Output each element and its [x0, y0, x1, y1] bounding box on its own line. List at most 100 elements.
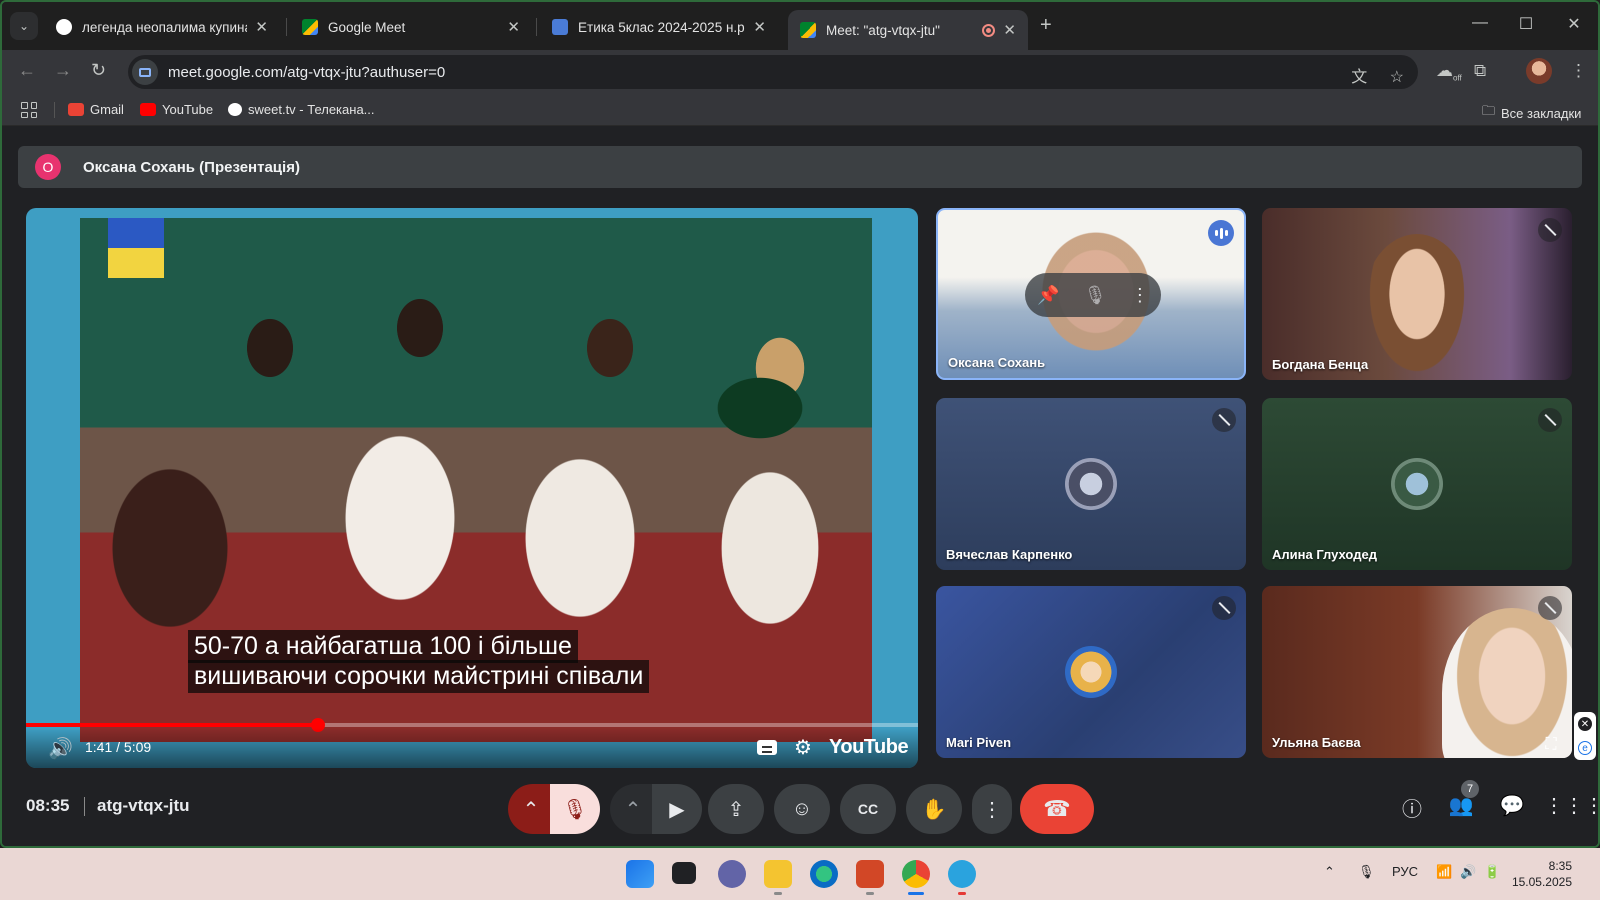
video-progress-bar[interactable]: [26, 718, 918, 732]
browser-toolbar: ← → ↻ meet.google.com/atg-vtqx-jtu?authu…: [2, 50, 1598, 94]
participant-tile[interactable]: Вячеслав Карпенко: [936, 398, 1246, 570]
translate-icon[interactable]: 文: [1351, 69, 1367, 86]
system-clock[interactable]: 8:35 15.05.2025: [1512, 858, 1572, 890]
meeting-controls: 08:35 atg-vtqx-jtu ⌃ 🎙 ⌃ ▶ ⇪ ☺ CC ✋ ⋮ ☎ …: [2, 766, 1598, 846]
participant-name: Mari Piven: [946, 735, 1012, 750]
presenter-avatar: О: [35, 154, 61, 180]
edge-icon[interactable]: [810, 860, 838, 888]
teams-icon[interactable]: [718, 860, 746, 888]
present-button[interactable]: ⇪: [708, 784, 764, 834]
extension-icon[interactable]: ☁off: [1436, 61, 1462, 82]
tab-google-meet[interactable]: Google Meet ✕: [290, 10, 532, 44]
participant-name: Ульяна Баєва: [1272, 735, 1361, 750]
video-options-button[interactable]: ⌃: [610, 784, 656, 834]
participant-tile[interactable]: Mari Piven: [936, 586, 1246, 758]
tab-meet-active[interactable]: Meet: "atg-vtqx-jtu" ✕: [788, 10, 1028, 50]
volume-tray-icon[interactable]: 🔊: [1460, 864, 1476, 880]
close-icon[interactable]: ✕: [753, 18, 766, 36]
classroom-icon: [552, 19, 568, 35]
participant-tile[interactable]: ⛶ Ульяна Баєва: [1262, 586, 1572, 758]
camera-toggle-button[interactable]: ▶: [652, 784, 702, 834]
tab-search-button[interactable]: ⌄: [10, 12, 38, 40]
reactions-button[interactable]: ☺: [774, 784, 830, 834]
raise-hand-button[interactable]: ✋: [906, 784, 962, 834]
system-date: 15.05.2025: [1511, 875, 1572, 889]
bookmark-star-icon[interactable]: ☆: [1390, 69, 1404, 86]
maximize-button[interactable]: ☐: [1516, 14, 1536, 34]
participant-tile[interactable]: Алина Глуходед: [1262, 398, 1572, 570]
back-button[interactable]: ←: [18, 60, 36, 81]
ukraine-flag: [108, 218, 164, 278]
meeting-info-icon[interactable]: ⓘ: [1395, 793, 1429, 822]
file-explorer-icon[interactable]: [764, 860, 792, 888]
telegram-icon[interactable]: [948, 860, 976, 888]
participant-name: Оксана Сохань: [948, 355, 1046, 370]
menu-kebab-icon[interactable]: ⋮: [1570, 61, 1587, 81]
address-bar[interactable]: meet.google.com/atg-vtqx-jtu?authuser=0 …: [128, 55, 1418, 89]
bookmark-gmail[interactable]: Gmail: [68, 102, 124, 117]
site-info-icon[interactable]: [132, 59, 158, 85]
chevron-down-icon: ⌄: [18, 19, 30, 33]
captions-button[interactable]: CC: [840, 784, 896, 834]
extension-e-icon[interactable]: e: [1578, 741, 1592, 755]
participant-tile[interactable]: Богдана Бенца: [1262, 208, 1572, 380]
youtube-logo[interactable]: YouTube: [829, 736, 909, 759]
apps-grid-icon[interactable]: [21, 102, 37, 118]
volume-icon[interactable]: 🔊: [48, 736, 73, 761]
presentation-stage[interactable]: 50-70 а найбагатша 100 і більше вишиваюч…: [26, 208, 918, 768]
chrome-icon[interactable]: [902, 860, 930, 888]
crop-icon[interactable]: ⛶: [1534, 736, 1568, 754]
present-screen-icon: ⇪: [727, 798, 745, 821]
mic-off-icon: [1538, 596, 1562, 620]
tray-chevron-icon[interactable]: ⌃: [1324, 864, 1335, 880]
forward-button[interactable]: →: [54, 60, 72, 81]
mic-toggle-button[interactable]: 🎙: [550, 784, 600, 834]
participant-avatar: [1391, 458, 1443, 510]
close-circle-icon[interactable]: ✕: [1578, 717, 1592, 731]
profile-avatar[interactable]: [1526, 58, 1552, 84]
reload-button[interactable]: ↻: [91, 60, 106, 81]
windows-taskbar: ⌃ 🎙 РУС 📶 🔊 🔋 8:35 15.05.2025: [0, 848, 1600, 900]
close-window-button[interactable]: ✕: [1564, 14, 1584, 34]
more-options-icon[interactable]: ⋮: [1131, 285, 1149, 306]
more-vert-icon: ⋮: [982, 798, 1002, 821]
audio-options-button[interactable]: ⌃: [508, 784, 554, 834]
tab-etyka[interactable]: Етика 5клас 2024-2025 н.р. ✕: [540, 10, 778, 44]
close-icon[interactable]: ✕: [255, 18, 268, 36]
tab-title: Етика 5клас 2024-2025 н.р.: [578, 19, 746, 35]
youtube-video[interactable]: 50-70 а найбагатша 100 і більше вишиваюч…: [80, 218, 872, 742]
tab-title: Meet: "atg-vtqx-jtu": [826, 22, 940, 38]
new-tab-button[interactable]: +: [1040, 14, 1052, 37]
language-indicator[interactable]: РУС: [1392, 864, 1418, 879]
mic-icon[interactable]: 🎙: [1084, 285, 1107, 306]
bookmark-sweettv[interactable]: sweet.tv - Телекана...: [228, 102, 375, 117]
close-icon[interactable]: ✕: [507, 18, 520, 36]
microphone-tray-icon[interactable]: 🎙: [1358, 864, 1375, 880]
close-icon[interactable]: ✕: [1003, 21, 1016, 39]
tab-legend[interactable]: легенда неопалима купина - П ✕: [44, 10, 280, 44]
battery-icon[interactable]: 🔋: [1484, 864, 1500, 880]
leave-call-button[interactable]: ☎: [1020, 784, 1094, 834]
minimize-button[interactable]: —: [1470, 14, 1490, 32]
extensions-puzzle-icon[interactable]: ⧉: [1474, 61, 1486, 81]
activities-grid-icon[interactable]: ⋮⋮⋮: [1544, 793, 1598, 818]
url-text[interactable]: meet.google.com/atg-vtqx-jtu?authuser=0: [168, 64, 445, 81]
settings-gear-icon[interactable]: ⚙: [794, 735, 812, 760]
participant-tile[interactable]: 📌 🎙 ⋮ Оксана Сохань: [936, 208, 1246, 380]
start-windows-icon[interactable]: [626, 860, 654, 888]
recording-icon: [982, 23, 996, 37]
omnibox-actions: 文 ☆: [1351, 63, 1404, 87]
pin-icon[interactable]: 📌: [1037, 285, 1059, 306]
powerpoint-icon[interactable]: [856, 860, 884, 888]
meet-icon: [302, 19, 318, 35]
chevron-up-icon: ⌃: [522, 798, 540, 821]
captions-icon[interactable]: [757, 740, 777, 755]
chat-icon[interactable]: 💬: [1495, 793, 1529, 818]
task-view-icon[interactable]: [672, 862, 696, 884]
all-bookmarks[interactable]: 🗀 Все закладки: [1482, 102, 1581, 124]
more-options-button[interactable]: ⋮: [972, 784, 1012, 834]
wifi-icon[interactable]: 📶: [1436, 864, 1452, 880]
camera-icon: ▶: [669, 798, 685, 821]
bookmark-youtube[interactable]: YouTube: [140, 102, 213, 117]
meet-icon: [800, 22, 816, 38]
